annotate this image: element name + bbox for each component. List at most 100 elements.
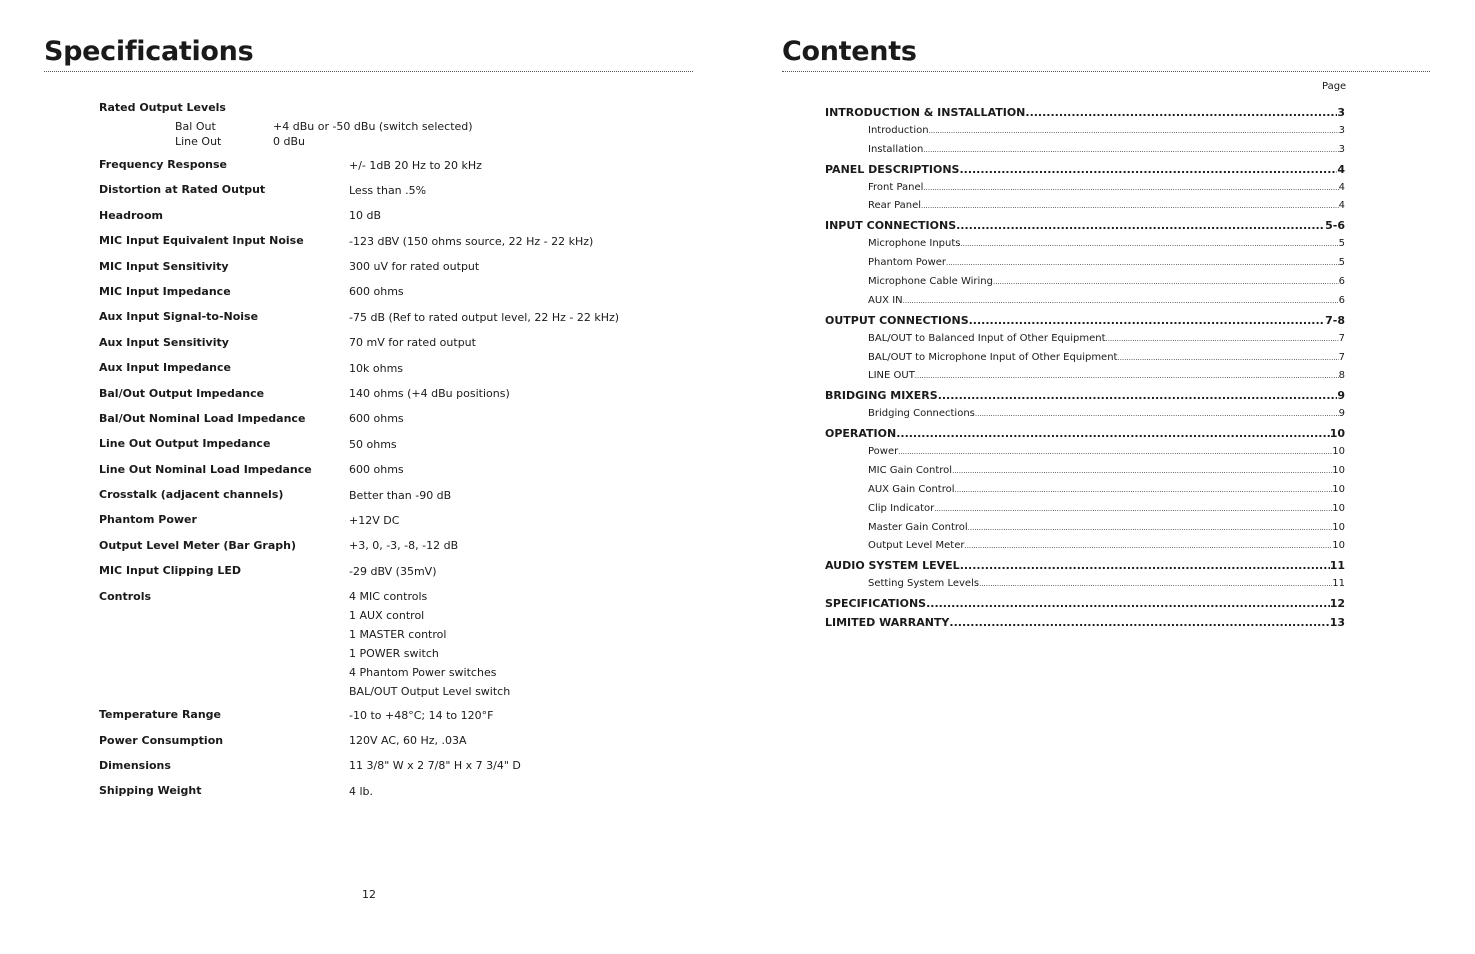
dot-leader <box>1106 335 1339 343</box>
spec-label: Phantom Power <box>99 513 197 527</box>
toc-entry-label: LINE OUT <box>868 370 915 382</box>
dot-leader <box>1117 354 1338 362</box>
toc-entry-label: Bridging Connections <box>868 408 975 420</box>
toc-entry-label: BAL/OUT to Balanced Input of Other Equip… <box>868 332 1106 344</box>
toc-subsection-entry[interactable]: Rear Panel 4 <box>825 200 1345 219</box>
contents-title: Contents <box>782 36 917 67</box>
spec-values: 11 3/8" W x 2 7/8" H x 7 3/4" D <box>349 756 521 783</box>
toc-section-entry[interactable]: BRIDGING MIXERS 9 <box>825 389 1345 408</box>
toc-section-entry[interactable]: OPERATION 10 <box>825 427 1345 446</box>
toc-subsection-entry[interactable]: Microphone Inputs 5 <box>825 238 1345 257</box>
toc-entry-label: Microphone Cable Wiring <box>868 276 993 288</box>
toc-entry-label: INTRODUCTION & INSTALLATION <box>825 106 1026 119</box>
spec-label: MIC Input Sensitivity <box>99 259 229 273</box>
toc-section-entry[interactable]: INTRODUCTION & INSTALLATION 3 <box>825 106 1345 125</box>
spec-values: 300 uV for rated output <box>349 257 479 284</box>
toc-subsection-entry[interactable]: Installation 3 <box>825 144 1345 163</box>
spec-value: 140 ohms (+4 dBu positions) <box>349 387 510 401</box>
spec-row: Line Out Nominal Load Impedance 600 ohms <box>99 462 659 487</box>
dot-leader <box>946 259 1339 267</box>
toc-entry-page: 3 <box>1337 106 1345 119</box>
spec-value: 600 ohms <box>349 412 404 426</box>
spec-row: MIC Input Clipping LED -29 dBV (35mV) <box>99 563 659 588</box>
spec-values: 10 dB <box>349 206 381 233</box>
toc-entry-label: BRIDGING MIXERS <box>825 389 938 403</box>
spec-sublabel: Line Out <box>175 135 222 148</box>
toc-entry-label: OPERATION <box>825 427 897 441</box>
toc-subsection-entry[interactable]: LINE OUT 8 <box>825 370 1345 389</box>
dot-leader <box>969 314 1326 327</box>
toc-subsection-entry[interactable]: BAL/OUT to Microphone Input of Other Equ… <box>825 352 1345 371</box>
spec-value: 4 Phantom Power switches <box>349 666 497 680</box>
spec-label: Shipping Weight <box>99 784 202 798</box>
toc-subsection-entry[interactable]: Clip Indicator 10 <box>825 503 1345 522</box>
spec-value: 70 mV for rated output <box>349 336 476 350</box>
spec-label: Temperature Range <box>99 708 222 722</box>
spec-value: 4 MIC controls <box>349 590 428 604</box>
toc-entry-page: 7 <box>1338 332 1345 344</box>
toc-subsection-entry[interactable]: AUX IN 6 <box>825 295 1345 314</box>
toc-section-entry[interactable]: SPECIFICATIONS 12 <box>825 597 1345 616</box>
toc-section-entry[interactable]: INPUT CONNECTIONS 5-6 <box>825 219 1345 238</box>
toc-entry-page: 5 <box>1338 257 1345 269</box>
spec-values: 120V AC, 60 Hz, .03A <box>349 731 467 758</box>
toc-subsection-entry[interactable]: Front Panel 4 <box>825 182 1345 201</box>
spec-value: 1 POWER switch <box>349 647 439 661</box>
toc-entry-page: 11 <box>1332 578 1345 590</box>
page-number: 12 <box>362 888 376 901</box>
toc-section-entry[interactable]: OUTPUT CONNECTIONS 7-8 <box>825 314 1345 333</box>
toc-entry-page: 4 <box>1338 200 1345 212</box>
toc-subsection-entry[interactable]: Master Gain Control 10 <box>825 522 1345 541</box>
spec-label: Bal/Out Output Impedance <box>99 386 265 400</box>
spec-label: Distortion at Rated Output <box>99 183 266 197</box>
spec-value: Less than .5% <box>349 183 427 197</box>
toc-subsection-entry[interactable]: MIC Gain Control 10 <box>825 465 1345 484</box>
spec-value: 4 lb. <box>349 784 374 798</box>
toc-subsection-entry[interactable]: Power 10 <box>825 446 1345 465</box>
toc-entry-label: Installation <box>868 143 924 155</box>
toc-subsection-entry[interactable]: Introduction 3 <box>825 125 1345 144</box>
toc-section-entry[interactable]: PANEL DESCRIPTIONS 4 <box>825 163 1345 182</box>
toc-subsection-entry[interactable]: Phantom Power 5 <box>825 257 1345 276</box>
toc-entry-label: AUX Gain Control <box>868 483 955 495</box>
toc-entry-label: MIC Gain Control <box>868 464 953 476</box>
spec-row: Bal/Out Output Impedance 140 ohms (+4 dBu… <box>99 386 659 411</box>
toc-subsection-entry[interactable]: Output Level Meter 10 <box>825 540 1345 559</box>
spec-value: +4 dBu or -50 dBu (switch selected) <box>273 120 473 133</box>
spec-row: Shipping Weight 4 lb. <box>99 783 659 808</box>
spec-row: Controls 4 MIC controls 1 AUX control 1 MAS… <box>99 589 659 702</box>
spec-row: MIC Input Impedance 600 ohms <box>99 284 659 309</box>
toc-subsection-entry[interactable]: AUX Gain Control 10 <box>825 484 1345 503</box>
table-of-contents: INTRODUCTION & INSTALLATION 3Introductio… <box>825 106 1345 635</box>
toc-entry-page: 6 <box>1338 276 1345 288</box>
toc-section-entry[interactable]: AUDIO SYSTEM LEVEL 11 <box>825 559 1345 578</box>
dot-leader <box>964 542 1332 550</box>
spec-value: 11 3/8" W x 2 7/8" H x 7 3/4" D <box>349 759 521 773</box>
spec-label: Aux Input Signal-to-Noise <box>99 310 259 324</box>
spec-label: Line Out Nominal Load Impedance <box>99 462 312 476</box>
toc-entry-label: Power <box>868 446 899 458</box>
toc-subsection-entry[interactable]: Microphone Cable Wiring 6 <box>825 276 1345 295</box>
spec-values: -29 dBV (35mV) <box>349 562 437 589</box>
spec-value: +3, 0, -3, -8, -12 dB <box>349 539 459 553</box>
spec-value: 300 uV for rated output <box>349 260 480 274</box>
toc-section-entry[interactable]: LIMITED WARRANTY 13 <box>825 616 1345 635</box>
toc-entry-page: 10 <box>1332 446 1345 458</box>
dot-leader <box>915 372 1339 380</box>
spec-label: Frequency Response <box>99 158 227 171</box>
dot-leader <box>993 278 1339 286</box>
toc-subsection-entry[interactable]: Setting System Levels 11 <box>825 578 1345 597</box>
spec-row: Headroom 10 dB <box>99 208 659 233</box>
toc-subsection-entry[interactable]: Bridging Connections 9 <box>825 408 1345 427</box>
spec-values: 4 lb. <box>349 782 373 809</box>
spec-value: Better than -90 dB <box>349 488 452 502</box>
toc-entry-page: 9 <box>1337 389 1345 403</box>
toc-entry-page: 4 <box>1338 181 1345 193</box>
spec-row: Dimensions 11 3/8" W x 2 7/8" H x 7 3/4" … <box>99 758 659 783</box>
spec-row: Aux Input Sensitivity 70 mV for rated out… <box>99 335 659 360</box>
toc-entry-page: 13 <box>1329 616 1345 630</box>
spec-label: Crosstalk (adjacent channels) <box>99 488 284 502</box>
spec-row: Power Consumption 120V AC, 60 Hz, .03A <box>99 733 659 758</box>
page-column-label: Page <box>1322 81 1347 92</box>
toc-subsection-entry[interactable]: BAL/OUT to Balanced Input of Other Equip… <box>825 333 1345 352</box>
